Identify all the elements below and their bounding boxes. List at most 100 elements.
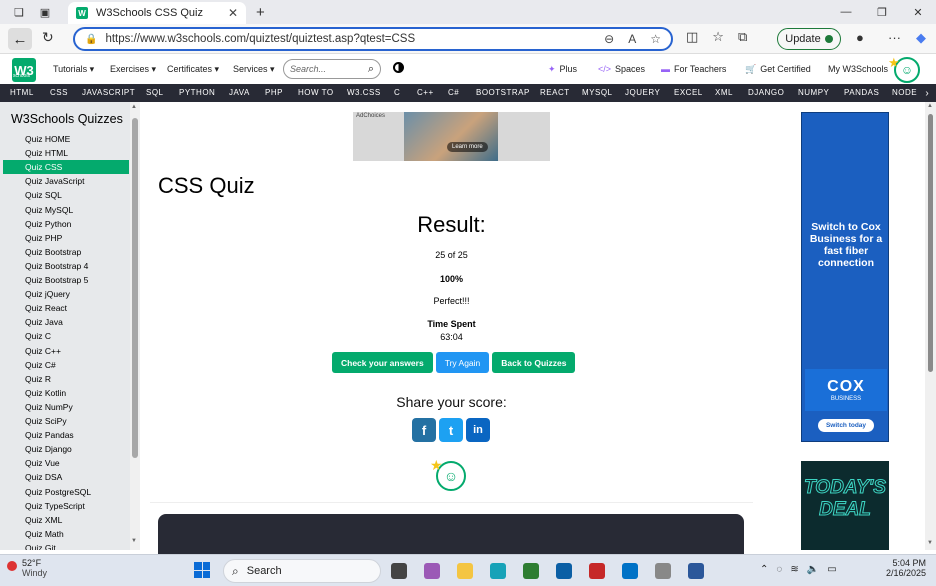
- mcafee-icon[interactable]: [589, 563, 605, 579]
- sidebar-item-quiz-mysql[interactable]: Quiz MySQL: [3, 203, 129, 217]
- ad-image[interactable]: [404, 112, 498, 161]
- nav-certificates[interactable]: Certificates ▾: [167, 64, 219, 75]
- refresh-icon[interactable]: ↻: [42, 29, 54, 46]
- topic-link[interactable]: CSS: [50, 88, 68, 97]
- sidebar-item-quiz-react[interactable]: Quiz React: [3, 301, 129, 315]
- close-tab-icon[interactable]: ✕: [228, 6, 238, 20]
- sidebar-item-quiz-kotlin[interactable]: Quiz Kotlin: [3, 386, 129, 400]
- sidebar-item-quiz-bootstrap-5[interactable]: Quiz Bootstrap 5: [3, 273, 129, 287]
- sidebar-item-quiz-home[interactable]: Quiz HOME: [3, 132, 129, 146]
- minimize-icon[interactable]: —: [828, 0, 864, 24]
- topic-link[interactable]: BOOTSTRAP: [476, 88, 530, 97]
- twitter-icon[interactable]: t: [439, 418, 463, 442]
- sidebar-item-quiz-bootstrap-4[interactable]: Quiz Bootstrap 4: [3, 259, 129, 273]
- top-advertisement[interactable]: AdChoices Learn more: [353, 112, 550, 161]
- windows-start-icon[interactable]: [194, 562, 210, 578]
- scroll-up-icon[interactable]: ▲: [927, 103, 933, 109]
- tab-actions-icon[interactable]: ▣: [38, 5, 52, 19]
- sidebar-scroll-thumb[interactable]: [132, 118, 138, 458]
- store-icon[interactable]: [523, 563, 539, 579]
- maximize-icon[interactable]: ❐: [864, 0, 900, 24]
- deal-advertisement[interactable]: TODAY'S DEAL: [801, 461, 889, 550]
- volume-icon[interactable]: 🔈: [807, 564, 819, 575]
- browser-tab[interactable]: W W3Schools CSS Quiz ✕: [68, 2, 246, 24]
- topic-link[interactable]: EXCEL: [674, 88, 703, 97]
- dell-icon[interactable]: [556, 563, 572, 579]
- network-icon[interactable]: ◌: [776, 564, 782, 575]
- battery-icon[interactable]: ▭: [827, 564, 836, 575]
- nav-spaces[interactable]: </> Spaces: [598, 64, 645, 74]
- linkedin-icon[interactable]: in: [466, 418, 490, 442]
- outlook-icon[interactable]: [622, 563, 638, 579]
- workspaces-icon[interactable]: ❏: [12, 5, 26, 19]
- profile-icon[interactable]: ●: [856, 30, 864, 45]
- topic-link[interactable]: JQUERY: [625, 88, 660, 97]
- page-scroll-thumb[interactable]: [928, 114, 933, 372]
- sidebar-item-quiz-r[interactable]: Quiz R: [3, 372, 129, 386]
- scroll-up-icon[interactable]: ▲: [131, 104, 137, 110]
- topic-link[interactable]: NODE: [892, 88, 917, 97]
- sidebar-item-quiz-git[interactable]: Quiz Git: [3, 541, 129, 550]
- sidebar-item-quiz-c[interactable]: Quiz C#: [3, 358, 129, 372]
- sidebar-item-quiz-sql[interactable]: Quiz SQL: [3, 188, 129, 202]
- zoom-icon[interactable]: ⊖: [604, 32, 614, 46]
- nav-tutorials[interactable]: Tutorials ▾: [53, 64, 94, 75]
- word-icon[interactable]: [688, 563, 704, 579]
- topic-link[interactable]: MYSQL: [582, 88, 613, 97]
- copilot-icon[interactable]: ◆: [916, 30, 926, 46]
- url-text[interactable]: https://www.w3schools.com/quiztest/quizt…: [105, 33, 604, 45]
- sidebar-item-quiz-django[interactable]: Quiz Django: [3, 442, 129, 456]
- sidebar-item-quiz-vue[interactable]: Quiz Vue: [3, 456, 129, 470]
- topic-link[interactable]: SQL: [146, 88, 164, 97]
- url-bar[interactable]: 🔒 https://www.w3schools.com/quiztest/qui…: [73, 27, 673, 51]
- edge-icon[interactable]: [490, 563, 506, 579]
- lock-icon[interactable]: 🔒: [85, 34, 97, 45]
- chevron-up-icon[interactable]: ⌃: [760, 564, 768, 575]
- topic-link[interactable]: W3.CSS: [347, 88, 381, 97]
- topic-link[interactable]: HTML: [10, 88, 34, 97]
- sidebar-item-quiz-math[interactable]: Quiz Math: [3, 527, 129, 541]
- topic-link[interactable]: DJANGO: [748, 88, 784, 97]
- nav-for-teachers[interactable]: ▬ For Teachers: [661, 64, 726, 74]
- scroll-down-icon[interactable]: ▼: [927, 540, 933, 546]
- sidebar-item-quiz-javascript[interactable]: Quiz JavaScript: [3, 174, 129, 188]
- sidebar-item-quiz-python[interactable]: Quiz Python: [3, 217, 129, 231]
- close-window-icon[interactable]: ✕: [900, 0, 936, 24]
- topic-link[interactable]: C#: [448, 88, 459, 97]
- nav-plus[interactable]: ✦ Plus: [548, 64, 577, 75]
- nav-get-certified[interactable]: 🛒 Get Certified: [745, 64, 811, 75]
- file-explorer-icon[interactable]: [457, 563, 473, 579]
- sidebar-item-quiz-dsa[interactable]: Quiz DSA: [3, 470, 129, 484]
- copilot-app-icon[interactable]: [424, 563, 440, 579]
- topic-link[interactable]: JAVASCRIPT: [82, 88, 135, 97]
- taskbar-clock[interactable]: 5:04 PM 2/16/2025: [870, 558, 926, 578]
- task-view-icon[interactable]: [391, 563, 407, 579]
- topic-link[interactable]: XML: [715, 88, 733, 97]
- sidebar-item-quiz-java[interactable]: Quiz Java: [3, 315, 129, 329]
- topic-link[interactable]: HOW TO: [298, 88, 334, 97]
- favorite-star-icon[interactable]: ☆: [650, 32, 661, 46]
- topic-link[interactable]: PYTHON: [179, 88, 215, 97]
- read-aloud-icon[interactable]: A: [628, 32, 636, 46]
- favorites-icon[interactable]: ☆: [712, 29, 724, 45]
- search-input[interactable]: Search... ⌕: [283, 59, 381, 79]
- learn-more-button[interactable]: Learn more: [447, 142, 488, 152]
- nav-my-w3schools[interactable]: My W3Schools: [828, 64, 888, 74]
- weather-widget[interactable]: 52°F Windy: [7, 558, 47, 578]
- split-screen-icon[interactable]: ◫: [686, 29, 698, 45]
- topic-link[interactable]: PANDAS: [844, 88, 879, 97]
- sidebar-item-quiz-scipy[interactable]: Quiz SciPy: [3, 414, 129, 428]
- nav-exercises[interactable]: Exercises ▾: [110, 64, 156, 75]
- sidebar-item-quiz-numpy[interactable]: Quiz NumPy: [3, 400, 129, 414]
- sidebar-item-quiz-xml[interactable]: Quiz XML: [3, 513, 129, 527]
- sidebar-scrollbar[interactable]: ▲ ▼: [130, 102, 140, 550]
- topic-link[interactable]: NUMPY: [798, 88, 829, 97]
- try-again-button[interactable]: Try Again: [435, 352, 490, 373]
- page-scrollbar[interactable]: ▲ ▼: [925, 102, 936, 550]
- new-tab-button[interactable]: +: [256, 4, 265, 21]
- switch-today-button[interactable]: Switch today: [818, 419, 874, 432]
- sidebar-item-quiz-c[interactable]: Quiz C++: [3, 344, 129, 358]
- update-button[interactable]: Update: [777, 28, 841, 50]
- back-button[interactable]: ←: [8, 28, 32, 50]
- sidebar-item-quiz-bootstrap[interactable]: Quiz Bootstrap: [3, 245, 129, 259]
